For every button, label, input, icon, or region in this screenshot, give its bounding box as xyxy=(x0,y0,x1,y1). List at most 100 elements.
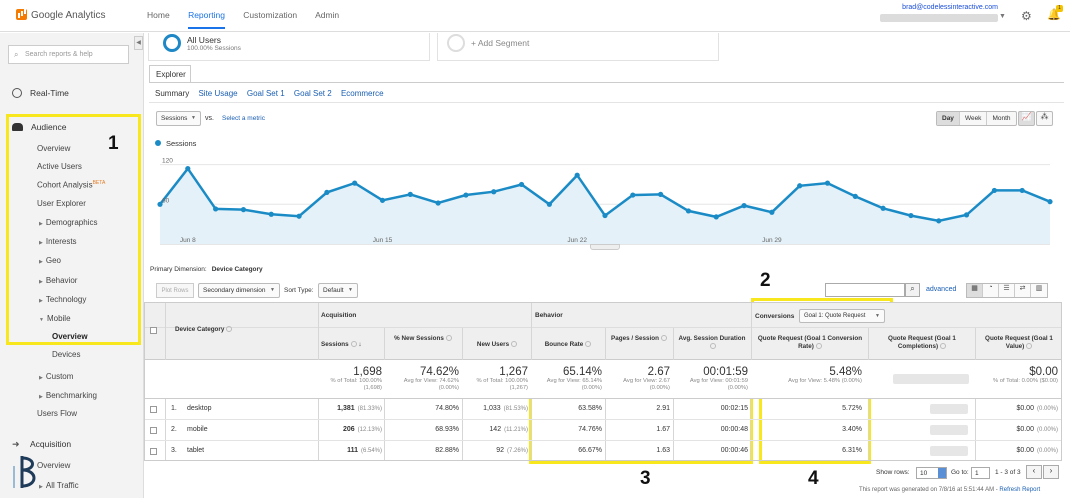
gear-icon[interactable]: ⚙ xyxy=(1021,9,1032,23)
data-point[interactable] xyxy=(268,211,274,217)
col-avg-session-duration[interactable]: Avg. Session Duration xyxy=(676,335,748,351)
data-point[interactable] xyxy=(852,193,858,199)
col-new-sessions[interactable]: % New Sessions xyxy=(387,335,459,343)
month-button[interactable]: Month xyxy=(987,112,1015,125)
row-device[interactable]: mobile xyxy=(187,426,208,433)
data-point[interactable] xyxy=(296,213,302,219)
next-page-button[interactable]: › xyxy=(1043,465,1059,479)
subtab-site-usage[interactable]: Site Usage xyxy=(198,89,237,98)
table-row[interactable]: 1. desktop 1,381 (81.33%) 74.80% 1,033 (81… xyxy=(145,399,1061,420)
data-point[interactable] xyxy=(518,181,525,188)
primary-dimension-value[interactable]: Device Category xyxy=(212,266,263,273)
sidebar-item-custom[interactable]: ▶ Custom xyxy=(39,372,73,381)
data-point[interactable] xyxy=(908,212,914,219)
analytics-logo-icon[interactable] xyxy=(16,9,27,20)
subtab-summary[interactable]: Summary xyxy=(155,89,189,98)
data-point[interactable] xyxy=(963,212,970,218)
data-point[interactable] xyxy=(630,192,636,198)
goal-select-dropdown[interactable]: Goal 1: Quote Request ▼ xyxy=(799,309,885,323)
subtab-goal-set-2[interactable]: Goal Set 2 xyxy=(294,89,332,98)
row-device[interactable]: tablet xyxy=(187,447,204,454)
advanced-filter-link[interactable]: advanced xyxy=(926,286,956,293)
segment-all-users[interactable]: All Users 100.00% Sessions xyxy=(148,33,430,61)
chevron-down-icon[interactable]: ▼ xyxy=(999,13,1006,20)
data-point[interactable] xyxy=(407,191,413,197)
data-table-icon[interactable]: ▦ xyxy=(967,284,983,297)
data-point[interactable] xyxy=(546,201,552,207)
nav-customization[interactable]: Customization xyxy=(243,10,297,20)
sort-type-dropdown[interactable]: Default ▼ xyxy=(318,283,358,298)
search-input[interactable]: ⌕ Search reports & help xyxy=(8,45,129,64)
data-point[interactable] xyxy=(463,192,469,198)
sidebar-item-acquisition[interactable]: ➜ Acquisition xyxy=(12,439,71,449)
table-search-input[interactable] xyxy=(825,283,905,297)
app-brand[interactable]: Google Analytics xyxy=(31,10,106,21)
row-checkbox[interactable] xyxy=(150,427,157,434)
collapse-sidebar-button[interactable]: ◀ xyxy=(134,36,143,50)
data-point[interactable] xyxy=(991,187,997,194)
sidebar-item-devices[interactable]: Devices xyxy=(52,350,80,359)
col-bounce-rate[interactable]: Bounce Rate xyxy=(534,341,602,349)
prev-page-button[interactable]: ‹ xyxy=(1026,465,1042,479)
col-pages-session[interactable]: Pages / Session xyxy=(608,335,670,343)
data-point[interactable] xyxy=(435,200,441,206)
plot-rows-button[interactable]: Plot Rows xyxy=(156,283,194,298)
data-point[interactable] xyxy=(797,183,803,189)
data-point[interactable] xyxy=(1047,199,1053,205)
secondary-dimension-dropdown[interactable]: Secondary dimension ▼ xyxy=(198,283,280,298)
data-point[interactable] xyxy=(491,189,497,195)
show-rows-select[interactable]: 10 xyxy=(916,467,947,479)
col-goal-value[interactable]: Quote Request (Goal 1 Value) xyxy=(978,335,1060,351)
col-goal-completions[interactable]: Quote Request (Goal 1 Completions) xyxy=(871,335,973,351)
tab-explorer[interactable]: Explorer xyxy=(149,65,191,82)
data-point[interactable] xyxy=(713,214,719,220)
data-point[interactable] xyxy=(352,180,358,186)
nav-home[interactable]: Home xyxy=(147,10,170,20)
data-point[interactable] xyxy=(658,191,664,197)
day-button[interactable]: Day xyxy=(937,112,960,125)
row-checkbox[interactable] xyxy=(150,448,157,455)
data-point[interactable] xyxy=(379,197,386,203)
chart-resize-handle[interactable] xyxy=(590,244,620,250)
table-row[interactable]: 3. tablet 111 (6.54%) 82.88% 92 (7.26%) 66… xyxy=(145,441,1061,462)
col-device-category[interactable]: Device Category xyxy=(175,326,245,334)
comparison-icon[interactable]: ⇄ xyxy=(1015,284,1031,297)
pie-chart-icon[interactable]: ◔ xyxy=(983,284,999,297)
data-point[interactable] xyxy=(880,205,886,211)
metric-dropdown[interactable]: Sessions ▼ xyxy=(156,111,201,126)
nav-admin[interactable]: Admin xyxy=(315,10,339,20)
line-chart-icon[interactable]: 📈 xyxy=(1018,111,1035,126)
pivot-icon[interactable]: ▥ xyxy=(1031,284,1047,297)
col-goal-conversion-rate[interactable]: Quote Request (Goal 1 Conversion Rate) xyxy=(754,335,866,351)
week-button[interactable]: Week xyxy=(960,112,988,125)
row-checkbox[interactable] xyxy=(150,406,157,413)
motion-chart-icon[interactable]: ⁂ xyxy=(1036,111,1053,126)
sidebar-item-benchmarking[interactable]: ▶ Benchmarking xyxy=(39,391,97,400)
sidebar-item-realtime[interactable]: Real-Time xyxy=(12,88,69,98)
subtab-goal-set-1[interactable]: Goal Set 1 xyxy=(247,89,285,98)
performance-icon[interactable]: ☰ xyxy=(999,284,1015,297)
add-segment-button[interactable]: + Add Segment xyxy=(437,33,719,61)
search-icon[interactable]: ⌕ xyxy=(905,283,920,297)
data-point[interactable] xyxy=(574,172,580,178)
account-menu[interactable]: brad@codelessinteractive.com xyxy=(878,4,998,22)
select-all-checkbox[interactable] xyxy=(150,327,157,334)
data-point[interactable] xyxy=(824,180,831,186)
nav-reporting[interactable]: Reporting xyxy=(188,10,225,29)
col-sessions[interactable]: Sessions ↓ xyxy=(321,341,381,349)
data-point[interactable] xyxy=(324,189,330,195)
data-point[interactable] xyxy=(185,165,191,172)
refresh-report-link[interactable]: Refresh Report xyxy=(999,487,1040,493)
row-device[interactable]: desktop xyxy=(187,405,212,412)
sidebar-item-users-flow[interactable]: Users Flow xyxy=(37,409,77,418)
data-point[interactable] xyxy=(1019,187,1025,194)
data-point[interactable] xyxy=(741,203,747,209)
col-new-users[interactable]: New Users xyxy=(465,341,529,349)
data-point[interactable] xyxy=(685,208,692,214)
goto-input[interactable]: 1 xyxy=(971,467,990,479)
data-point[interactable] xyxy=(936,218,942,224)
data-point[interactable] xyxy=(602,212,608,219)
data-point[interactable] xyxy=(213,206,219,212)
subtab-ecommerce[interactable]: Ecommerce xyxy=(341,89,384,98)
data-point[interactable] xyxy=(240,207,247,213)
